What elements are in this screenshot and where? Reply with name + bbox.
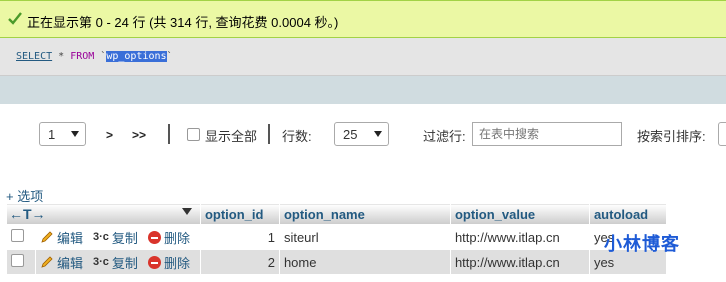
- sql-quote-open: `: [94, 51, 107, 62]
- sql-query[interactable]: SELECT * FROM `wp_options`: [16, 51, 173, 62]
- cell-option_value[interactable]: http://www.itlap.cn: [449, 249, 590, 275]
- delete-icon: [147, 255, 161, 269]
- copy-button[interactable]: 3·c 复制: [93, 228, 138, 247]
- divider: [268, 124, 270, 144]
- cell-option_id[interactable]: 1: [199, 224, 280, 250]
- row-checkbox-cell: [6, 249, 36, 275]
- edit-label: 编辑: [57, 255, 84, 271]
- copy-icon: 3·c: [93, 256, 109, 268]
- next-page-button[interactable]: >: [106, 128, 113, 142]
- row-actions: 编辑 3·c 复制 删除: [35, 224, 201, 250]
- query-toolbar-strip: [0, 76, 726, 104]
- show-all-checkbox[interactable]: [187, 128, 200, 141]
- copy-icon: 3·c: [93, 231, 109, 243]
- results-table: ←T→ option_id option_name option_value a…: [6, 203, 667, 275]
- sql-select-keyword[interactable]: SELECT: [16, 51, 52, 62]
- delete-button[interactable]: 删除: [147, 228, 190, 247]
- copy-label: 复制: [111, 255, 138, 271]
- column-header-option_name[interactable]: option_name: [278, 203, 451, 225]
- page-select-value: 1: [48, 127, 56, 142]
- sql-query-box: SELECT * FROM `wp_options`: [0, 38, 726, 76]
- edit-label: 编辑: [57, 230, 84, 246]
- show-all-label: 显示全部: [205, 129, 258, 144]
- navigation-row: 1 > >> 显示全部 行数: 25 过滤行: 按索引排序:: [0, 118, 726, 150]
- table-header-row: ←T→ option_id option_name option_value a…: [6, 203, 667, 225]
- last-page-button[interactable]: >>: [132, 128, 146, 142]
- chevron-down-icon: [374, 131, 382, 137]
- status-message: 正在显示第 0 - 24 行 (共 314 行, 查询花费 0.0004 秒。): [27, 15, 339, 30]
- sort-arrow-icon[interactable]: [181, 208, 192, 215]
- column-header-autoload[interactable]: autoload: [588, 203, 667, 225]
- cell-option_name[interactable]: home: [278, 249, 451, 275]
- row-checkbox[interactable]: [11, 254, 24, 267]
- cell-option_value[interactable]: http://www.itlap.cn: [449, 224, 590, 250]
- chevron-down-icon: [71, 131, 79, 137]
- cell-option_id[interactable]: 2: [199, 249, 280, 275]
- sort-by-key-label: 按索引排序:: [637, 129, 706, 144]
- cell-option_name[interactable]: siteurl: [278, 224, 451, 250]
- sql-table-name: wp_options: [106, 51, 167, 62]
- site-watermark: 小林博客: [604, 234, 680, 254]
- copy-label: 复制: [111, 230, 138, 246]
- column-header-option_value[interactable]: option_value: [449, 203, 590, 225]
- rows-per-page-value: 25: [343, 127, 358, 142]
- sql-from-keyword: FROM: [70, 51, 95, 62]
- row-checkbox-cell: [6, 224, 36, 250]
- checkmark-icon: [8, 12, 22, 25]
- pencil-icon: [41, 256, 53, 268]
- table-row: 编辑 3·c 复制 删除 2 home http://www.itlap.cn …: [6, 249, 667, 275]
- filter-label: 过滤行:: [423, 129, 466, 144]
- delete-button[interactable]: 删除: [147, 253, 190, 272]
- delete-label: 删除: [163, 255, 190, 271]
- delete-label: 删除: [163, 230, 190, 246]
- copy-button[interactable]: 3·c 复制: [93, 253, 138, 272]
- row-checkbox[interactable]: [11, 229, 24, 242]
- rows-label: 行数:: [282, 129, 312, 144]
- page-select[interactable]: 1: [39, 122, 86, 146]
- row-actions: 编辑 3·c 复制 删除: [35, 249, 201, 275]
- sort-by-key-select[interactable]: [718, 122, 726, 146]
- edit-button[interactable]: 编辑: [40, 253, 83, 272]
- divider: [168, 124, 170, 144]
- table-row: 编辑 3·c 复制 删除 1 siteurl http://www.itlap.…: [6, 224, 667, 250]
- edit-button[interactable]: 编辑: [40, 228, 83, 247]
- filter-rows-input[interactable]: [472, 122, 622, 146]
- sql-quote-close: `: [166, 51, 173, 62]
- column-resize-arrows-icon[interactable]: ←T→: [9, 206, 46, 222]
- pencil-icon: [41, 231, 53, 243]
- actions-header: ←T→: [6, 203, 201, 225]
- column-header-option_id[interactable]: option_id: [199, 203, 280, 225]
- rows-per-page-select[interactable]: 25: [334, 122, 389, 146]
- delete-icon: [147, 230, 161, 244]
- success-message-bar: 正在显示第 0 - 24 行 (共 314 行, 查询花费 0.0004 秒。): [0, 0, 726, 38]
- sql-star: *: [52, 51, 71, 62]
